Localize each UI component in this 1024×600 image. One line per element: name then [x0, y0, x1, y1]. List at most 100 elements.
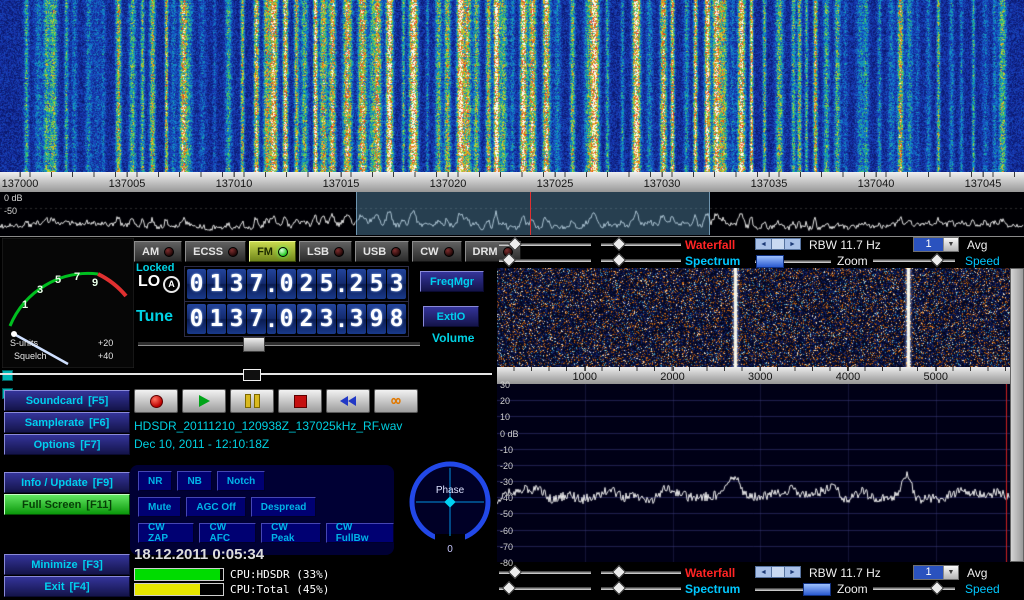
tune-frequency-display[interactable]: 0137.023.398 — [184, 301, 409, 337]
spectrum-label[interactable]: Spectrum — [685, 582, 740, 596]
frequency-digit[interactable]: 0 — [187, 304, 206, 334]
rf-frequency-scale[interactable]: 1370001370051370101370151370201370251370… — [0, 172, 1024, 193]
zoom-slider[interactable] — [755, 588, 831, 591]
mode-button-usb[interactable]: USB — [355, 241, 409, 262]
lo-frequency-display[interactable]: 0137.025.253 — [184, 266, 409, 302]
rf-overview-spectrum[interactable]: 0 dB -50 — [0, 192, 1024, 237]
frequency-digit[interactable]: 3 — [227, 269, 246, 299]
digit-separator[interactable]: . — [337, 304, 346, 334]
frequency-digit[interactable]: 5 — [317, 269, 336, 299]
slider-handle[interactable] — [508, 237, 522, 251]
frequency-digit[interactable]: 0 — [187, 269, 206, 299]
mode-button-fm[interactable]: FM — [249, 241, 296, 262]
shift-left-arrow[interactable]: ◄ — [756, 567, 771, 577]
digit-separator[interactable]: . — [267, 304, 276, 334]
waterfall-brightness-slider[interactable] — [499, 571, 591, 574]
dsp-cw-afc-button[interactable]: CW AFC — [199, 523, 256, 543]
slider-handle[interactable] — [508, 565, 522, 579]
slider-handle[interactable] — [930, 253, 944, 267]
af-spectrum-display[interactable] — [497, 384, 1010, 562]
avg-dropdown[interactable]: 1 ▼ — [913, 565, 959, 580]
samplerate-button[interactable]: Samplerate[F6] — [4, 412, 130, 433]
dsp-agc-off-button[interactable]: AGC Off — [186, 497, 245, 517]
mode-button-ecss[interactable]: ECSS — [185, 241, 246, 262]
spectrum-offset-slider[interactable] — [601, 587, 681, 590]
freqmgr-button[interactable]: FreqMgr — [420, 271, 484, 292]
frequency-digit[interactable]: 7 — [247, 269, 266, 299]
shift-thumb[interactable] — [771, 239, 785, 249]
tuning-bar[interactable] — [0, 368, 492, 380]
avg-dropdown[interactable]: 1 ▼ — [913, 237, 959, 252]
tuning-bar-handle[interactable] — [243, 369, 261, 381]
record-button[interactable] — [134, 389, 178, 413]
spectrum-range-slider[interactable] — [499, 259, 591, 262]
options-button[interactable]: Options[F7] — [4, 434, 130, 455]
af-panel-scrollbar[interactable] — [1010, 268, 1024, 562]
waterfall-contrast-slider[interactable] — [601, 243, 681, 246]
shift-spinner[interactable]: ◄ ► — [755, 566, 801, 578]
dsp-despread-button[interactable]: Despread — [251, 497, 317, 517]
squelch-label[interactable]: Squelch — [14, 351, 47, 361]
dsp-cw-fullbw-button[interactable]: CW FullBw — [326, 523, 394, 543]
af-waterfall-display[interactable] — [497, 268, 1010, 367]
digit-separator[interactable]: . — [267, 269, 276, 299]
shift-right-arrow[interactable]: ► — [785, 567, 800, 577]
spectrum-label[interactable]: Spectrum — [685, 254, 740, 268]
slider-handle[interactable] — [502, 581, 516, 595]
dsp-notch-button[interactable]: Notch — [217, 471, 265, 491]
speed-slider[interactable] — [873, 259, 955, 262]
shift-spinner[interactable]: ◄ ► — [755, 238, 801, 250]
spectrum-offset-slider[interactable] — [601, 259, 681, 262]
minimize-button[interactable]: Minimize[F3] — [4, 554, 130, 575]
waterfall-label[interactable]: Waterfall — [685, 566, 735, 580]
passband-highlight[interactable] — [356, 192, 710, 235]
frequency-digit[interactable]: 8 — [387, 304, 406, 334]
af-frequency-scale[interactable]: 10002000300040005000 — [497, 367, 1010, 385]
frequency-digit[interactable]: 1 — [207, 269, 226, 299]
frequency-digit[interactable]: 2 — [297, 269, 316, 299]
frequency-digit[interactable]: 3 — [347, 304, 366, 334]
lo-lock-badge[interactable]: A — [163, 276, 180, 293]
frequency-digit[interactable]: 1 — [207, 304, 226, 334]
shift-thumb[interactable] — [771, 567, 785, 577]
slider-handle[interactable] — [612, 237, 626, 251]
dsp-nr-button[interactable]: NR — [138, 471, 172, 491]
volume-slider-handle[interactable] — [243, 337, 265, 352]
waterfall-brightness-slider[interactable] — [499, 243, 591, 246]
frequency-digit[interactable]: 3 — [387, 269, 406, 299]
soundcard-button[interactable]: Soundcard[F5] — [4, 390, 130, 411]
speed-slider[interactable] — [873, 587, 955, 590]
frequency-digit[interactable]: 3 — [317, 304, 336, 334]
waterfall-label[interactable]: Waterfall — [685, 238, 735, 252]
pause-button[interactable] — [230, 389, 274, 413]
rf-waterfall-display[interactable] — [0, 0, 1024, 172]
rewind-button[interactable] — [326, 389, 370, 413]
shift-right-arrow[interactable]: ► — [785, 239, 800, 249]
slider-handle[interactable] — [612, 253, 626, 267]
slider-handle[interactable] — [930, 581, 944, 595]
slider-handle[interactable] — [502, 253, 516, 267]
phase-indicator[interactable]: Phase 0 — [404, 455, 496, 555]
zoom-slider[interactable] — [755, 260, 831, 263]
volume-slider[interactable] — [138, 337, 420, 350]
slider-handle[interactable] — [612, 565, 626, 579]
frequency-digit[interactable]: 0 — [277, 269, 296, 299]
play-button[interactable] — [182, 389, 226, 413]
dsp-nb-button[interactable]: NB — [177, 471, 211, 491]
frequency-digit[interactable]: 0 — [277, 304, 296, 334]
stop-button[interactable] — [278, 389, 322, 413]
frequency-digit[interactable]: 2 — [347, 269, 366, 299]
digit-separator[interactable]: . — [337, 269, 346, 299]
zoom-slider-handle[interactable] — [756, 255, 784, 268]
shift-left-arrow[interactable]: ◄ — [756, 239, 771, 249]
exit-button[interactable]: Exit[F4] — [4, 576, 130, 597]
info-update-button[interactable]: Info / Update[F9] — [4, 472, 130, 493]
dsp-cw-zap-button[interactable]: CW ZAP — [138, 523, 194, 543]
loop-button[interactable]: ∞ — [374, 389, 418, 413]
dsp-mute-button[interactable]: Mute — [138, 497, 181, 517]
frequency-digit[interactable]: 7 — [247, 304, 266, 334]
extio-button[interactable]: ExtIO — [423, 306, 479, 327]
frequency-digit[interactable]: 5 — [367, 269, 386, 299]
spectrum-range-slider[interactable] — [499, 587, 591, 590]
mode-button-lsb[interactable]: LSB — [299, 241, 352, 262]
